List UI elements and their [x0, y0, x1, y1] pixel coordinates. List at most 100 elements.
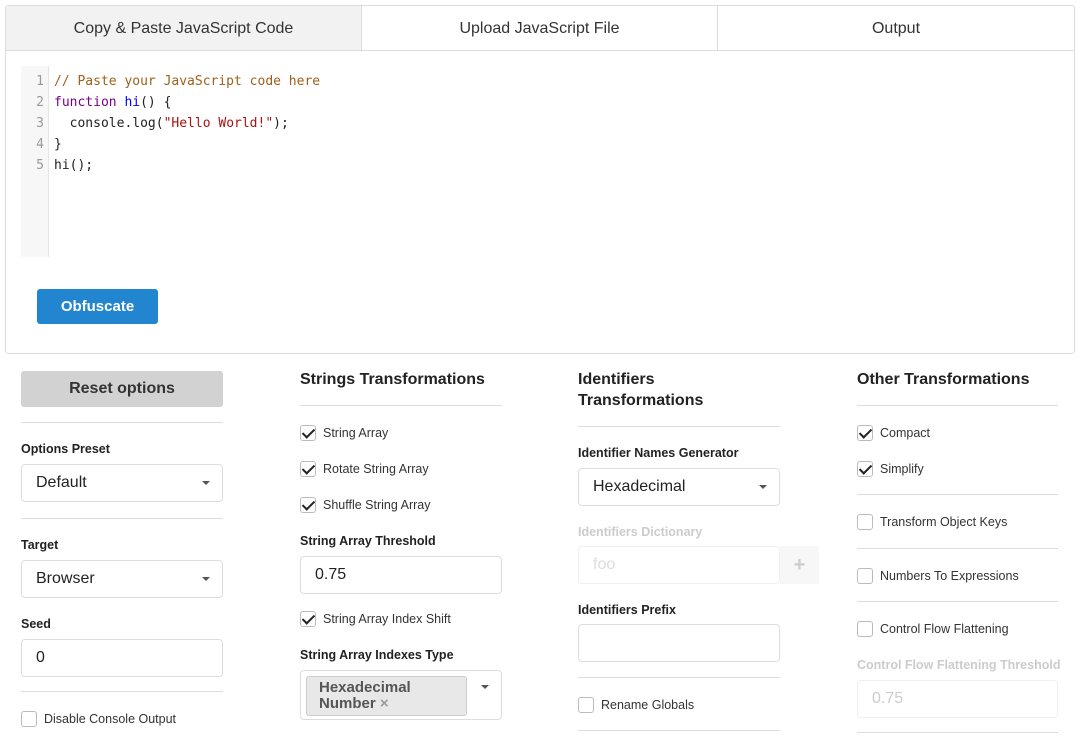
check-icon — [300, 611, 316, 627]
checkbox-icon — [21, 711, 37, 727]
seed-input[interactable]: 0 — [21, 639, 223, 677]
compact-checkbox[interactable]: Compact — [857, 425, 930, 441]
rotate-string-array-checkbox[interactable]: Rotate String Array — [300, 461, 429, 477]
checkbox-label: Disable Console Output — [44, 712, 177, 726]
caret-down-icon — [202, 577, 210, 581]
strings-transformations-heading: Strings Transformations — [300, 371, 485, 388]
checkbox-label: Control Flow Flattening — [880, 622, 1009, 636]
code-text: console.log( — [54, 116, 164, 131]
check-icon — [300, 461, 316, 477]
checkbox-label: String Array Index Shift — [323, 612, 451, 626]
identifiers-prefix-input[interactable] — [578, 624, 780, 662]
code-text: () { — [140, 95, 172, 110]
checkbox-icon — [857, 568, 873, 584]
seed-label: Seed — [21, 617, 51, 631]
caret-down-icon — [202, 481, 210, 485]
add-dictionary-button: + — [780, 546, 819, 584]
divider — [857, 405, 1058, 406]
target-select[interactable]: Browser — [21, 560, 223, 598]
divider — [21, 691, 223, 692]
checkbox-icon — [857, 621, 873, 637]
tab-upload[interactable]: Upload JavaScript File — [362, 6, 718, 51]
indexes-type-label: String Array Indexes Type — [300, 648, 454, 662]
string-array-checkbox[interactable]: String Array — [300, 425, 388, 441]
divider — [21, 518, 223, 519]
cff-threshold-label: Control Flow Flattening Threshold — [857, 658, 1061, 672]
control-flow-flattening-checkbox[interactable]: Control Flow Flattening — [857, 621, 1009, 637]
divider — [578, 730, 780, 731]
line-number: 3 — [36, 116, 44, 131]
select-value: Browser — [36, 570, 95, 587]
simplify-checkbox[interactable]: Simplify — [857, 461, 924, 477]
identifiers-transformations-heading: Identifiers Transformations — [578, 371, 704, 409]
code-line: function hi() { — [54, 95, 171, 110]
checkbox-label: Rename Globals — [601, 698, 695, 712]
caret-down-icon — [481, 685, 489, 689]
divider — [578, 677, 780, 678]
select-value: Default — [36, 474, 87, 491]
keyword: function — [54, 95, 117, 110]
identifier-names-generator-select[interactable]: Hexadecimal — [578, 468, 780, 506]
options-preset-select[interactable]: Default — [21, 464, 223, 502]
divider — [857, 732, 1058, 733]
identifier-names-generator-label: Identifier Names Generator — [578, 446, 739, 460]
obfuscate-button[interactable]: Obfuscate — [37, 289, 158, 324]
cff-threshold-input: 0.75 — [857, 680, 1058, 718]
check-icon — [300, 425, 316, 441]
string: "Hello World!" — [163, 116, 274, 131]
checkbox-label: Numbers To Expressions — [880, 569, 1019, 583]
divider — [857, 494, 1058, 495]
function-name: hi — [124, 95, 141, 110]
checkbox-label: Compact — [880, 426, 931, 440]
line-number: 5 — [36, 158, 44, 173]
target-label: Target — [21, 538, 59, 552]
divider — [21, 422, 223, 423]
string-array-threshold-label: String Array Threshold — [300, 534, 436, 548]
options-preset-label: Options Preset — [21, 442, 110, 456]
check-icon — [857, 461, 873, 477]
checkbox-label: Transform Object Keys — [880, 515, 1008, 529]
shuffle-string-array-checkbox[interactable]: Shuffle String Array — [300, 497, 430, 513]
transform-object-keys-checkbox[interactable]: Transform Object Keys — [857, 514, 1007, 530]
checkbox-label: Simplify — [880, 462, 924, 476]
selected-chip: Hexadecimal Number × — [306, 676, 467, 716]
code-line: console.log("Hello World!"); — [54, 116, 289, 131]
disable-console-checkbox[interactable]: Disable Console Output — [21, 711, 176, 727]
checkbox-icon — [857, 514, 873, 530]
checkbox-icon — [578, 697, 594, 713]
code-editor[interactable]: 1 2 3 4 5 // Paste your JavaScript code … — [21, 66, 1061, 257]
reset-options-button[interactable]: Reset options — [21, 371, 223, 407]
divider — [857, 601, 1058, 602]
chip-label: Hexadecimal Number — [319, 679, 411, 712]
line-number: 1 — [36, 74, 44, 89]
line-number: 4 — [36, 137, 44, 152]
caret-down-icon — [759, 485, 767, 489]
other-transformations-heading: Other Transformations — [857, 371, 1030, 388]
line-number: 2 — [36, 95, 44, 110]
numbers-to-expressions-checkbox[interactable]: Numbers To Expressions — [857, 568, 1019, 584]
checkbox-label: Rotate String Array — [323, 462, 429, 476]
tab-copy-paste[interactable]: Copy & Paste JavaScript Code — [6, 6, 362, 51]
divider — [300, 405, 502, 406]
string-array-index-shift-checkbox[interactable]: String Array Index Shift — [300, 611, 451, 627]
string-array-threshold-input[interactable]: 0.75 — [300, 556, 502, 594]
code-line: hi(); — [54, 158, 94, 173]
indexes-type-multiselect[interactable]: Hexadecimal Number × — [300, 670, 502, 720]
remove-icon[interactable]: × — [380, 695, 389, 712]
check-icon — [300, 497, 316, 513]
code-panel: Copy & Paste JavaScript Code Upload Java… — [5, 5, 1075, 354]
code-line: // Paste your JavaScript code here — [54, 74, 321, 89]
check-icon — [857, 425, 873, 441]
select-value: Hexadecimal — [593, 478, 686, 495]
identifiers-dictionary-label: Identifiers Dictionary — [578, 525, 703, 539]
divider — [578, 426, 780, 427]
code-line: } — [54, 137, 62, 152]
checkbox-label: Shuffle String Array — [323, 498, 431, 512]
identifiers-prefix-label: Identifiers Prefix — [578, 603, 676, 617]
code-text: ); — [273, 116, 289, 131]
tab-output[interactable]: Output — [718, 6, 1074, 51]
line-gutter: 1 2 3 4 5 — [21, 66, 49, 257]
checkbox-label: String Array — [323, 426, 389, 440]
rename-globals-checkbox[interactable]: Rename Globals — [578, 697, 694, 713]
divider — [857, 548, 1058, 549]
